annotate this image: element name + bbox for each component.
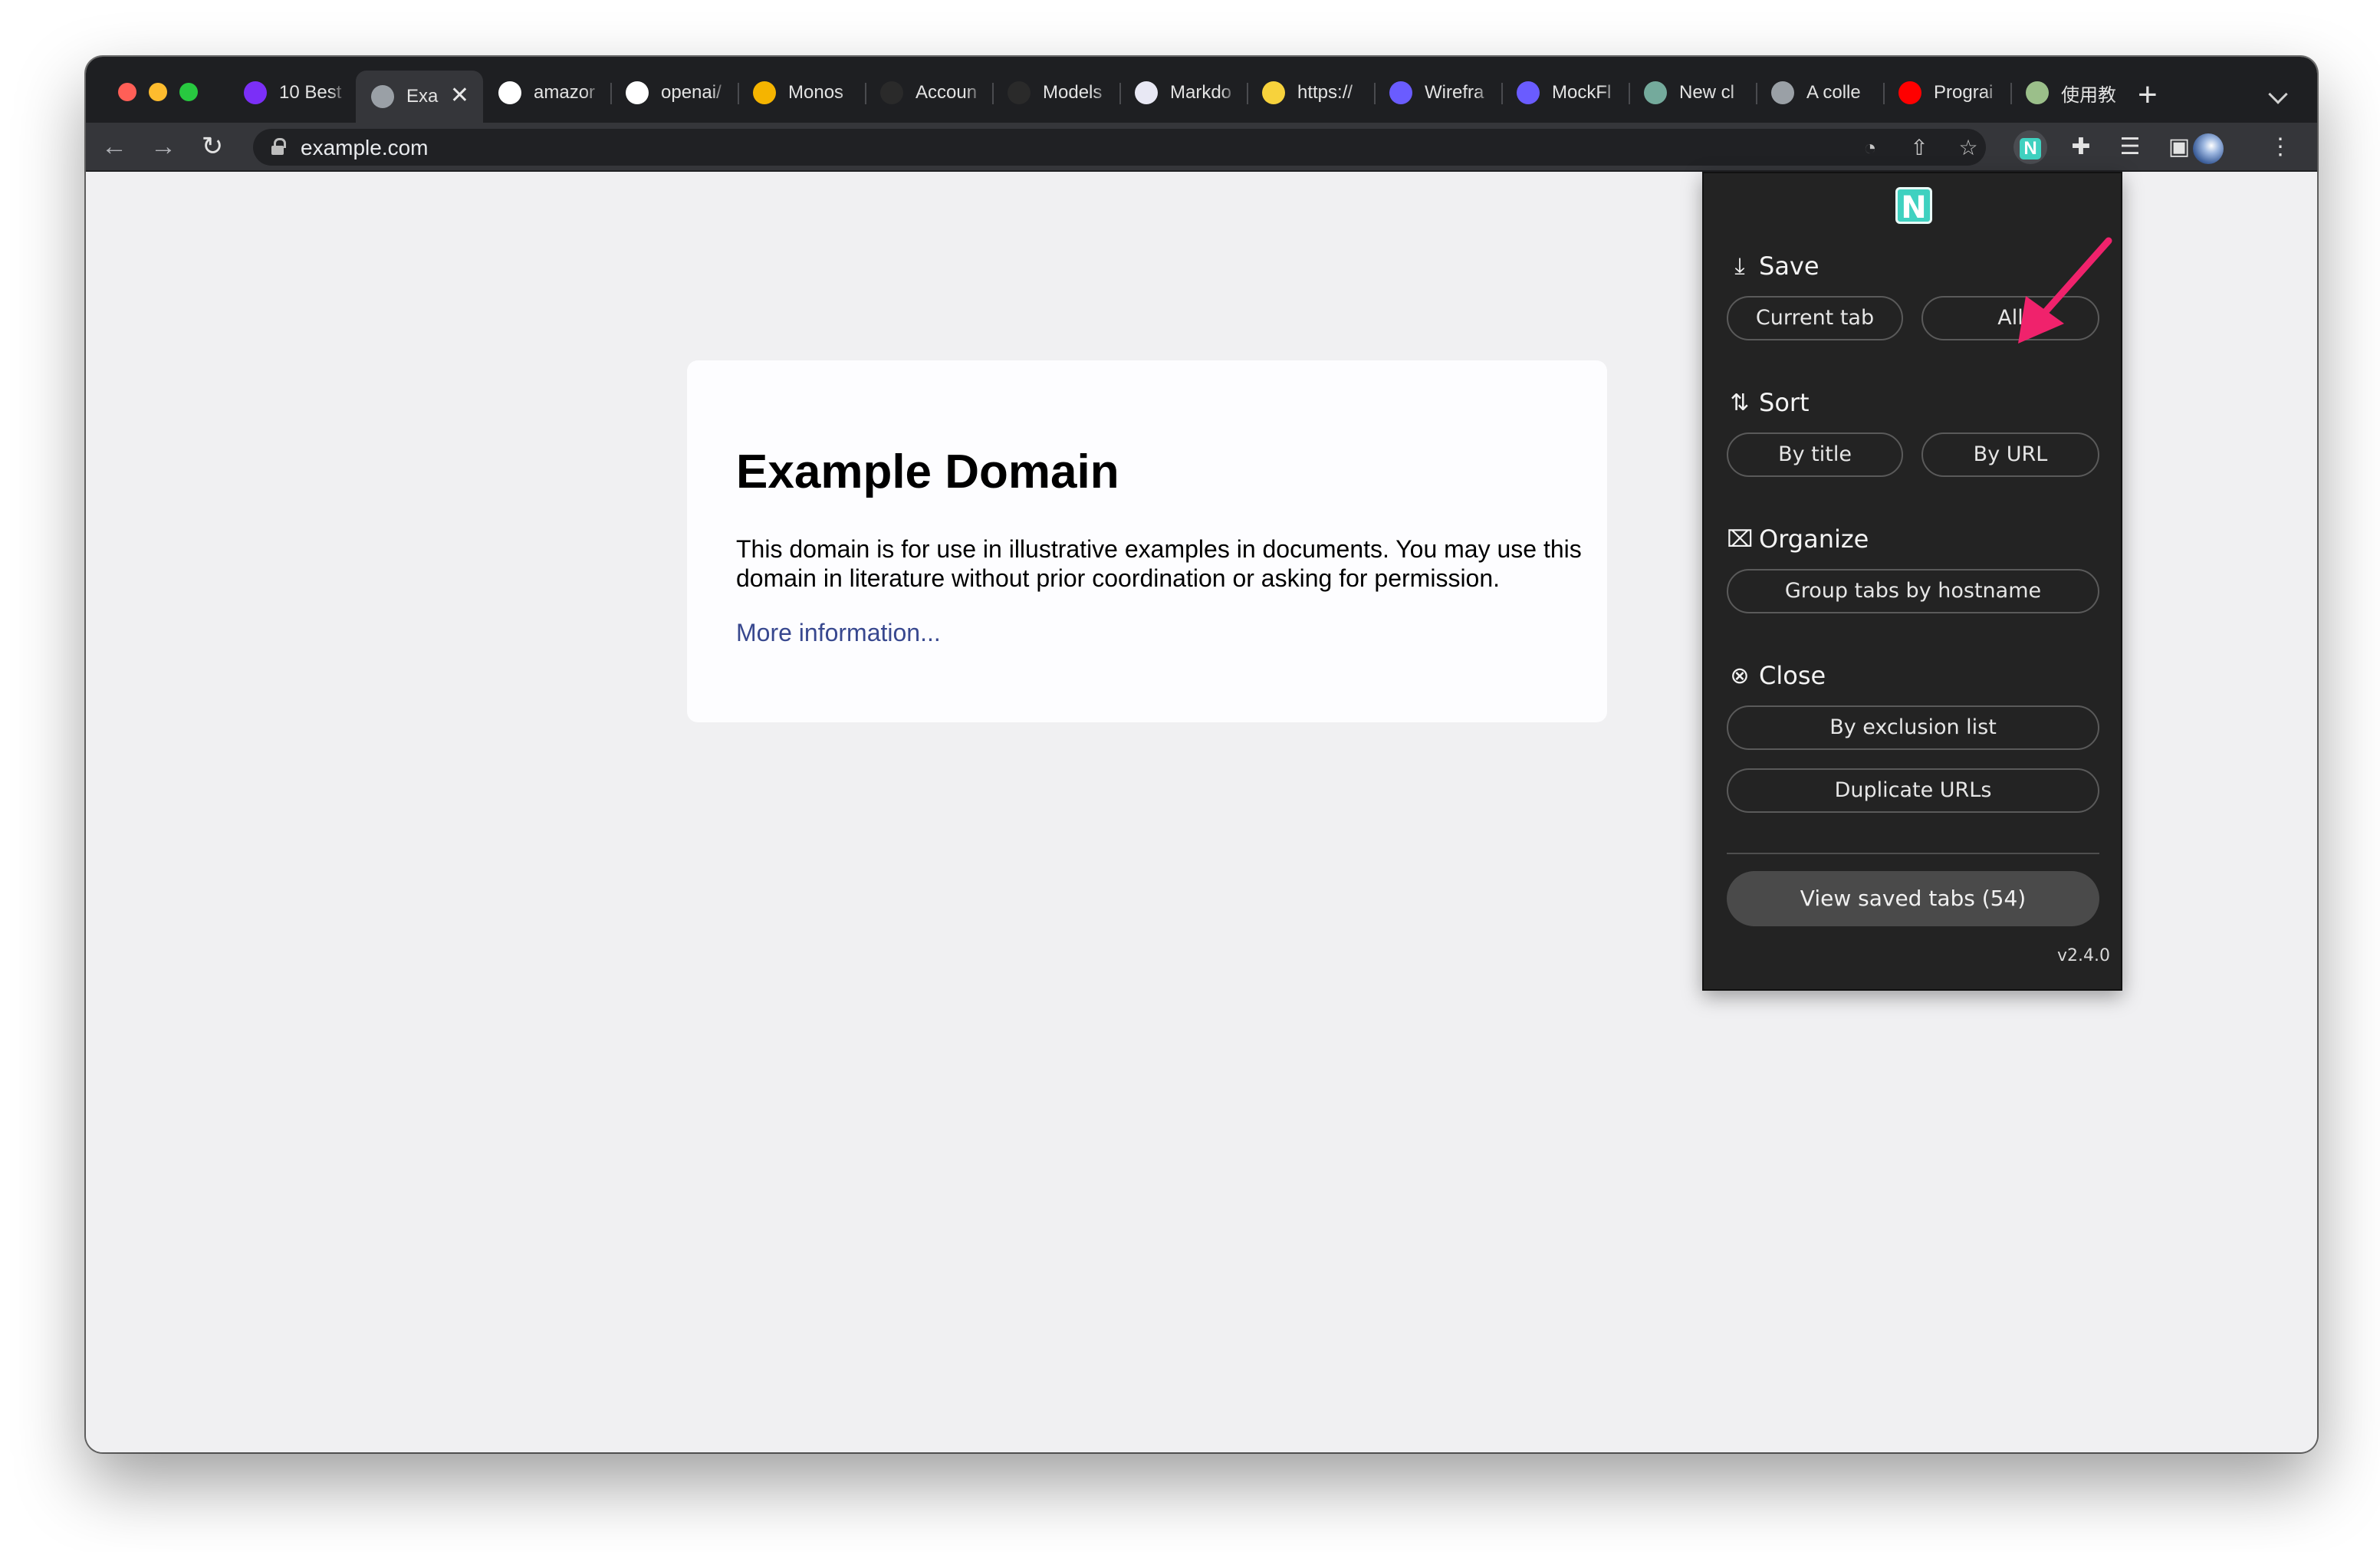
tab-title: Monos — [788, 82, 844, 103]
more-information-link[interactable]: More information... — [736, 619, 941, 647]
purple-c-icon — [244, 81, 267, 104]
save-current-tab-button[interactable]: Current tab — [1727, 296, 1903, 340]
reload-icon[interactable]: ↻ — [195, 129, 230, 164]
save-section-title: ⤓ Save — [1727, 252, 1820, 281]
sort-title-label: Sort — [1759, 388, 1810, 417]
save-title-label: Save — [1759, 252, 1820, 281]
profile-avatar[interactable] — [2193, 133, 2224, 164]
back-arrow-icon[interactable]: ← — [97, 129, 132, 164]
browser-tab[interactable]: Wirefra — [1374, 71, 1501, 115]
download-icon: ⤓ — [1734, 252, 1745, 280]
sort-icon: ⇅ — [1730, 389, 1750, 416]
popup-divider — [1727, 853, 2099, 854]
tab-title: A colle — [1806, 82, 1861, 103]
youtube-icon — [1898, 81, 1921, 104]
side-panel-icon[interactable]: ▣ — [2162, 130, 2196, 164]
extension-logo: N — [1895, 187, 1932, 225]
github-icon — [498, 81, 521, 104]
browser-tab[interactable]: 10 Best — [228, 71, 356, 115]
markdown-icon — [1135, 81, 1158, 104]
maximize-window-button[interactable] — [179, 83, 198, 101]
browser-tab[interactable]: Monos — [738, 71, 865, 115]
version-label: v2.4.0 — [2057, 946, 2110, 965]
tab-title: amazor — [534, 82, 596, 103]
browser-window: 10 Best Exa ✕ amazor openai/Monos Accoun Model… — [86, 57, 2317, 1452]
minimize-window-button[interactable] — [149, 83, 167, 101]
chatgpt-icon — [1644, 81, 1667, 104]
tab-title: https:// — [1297, 82, 1353, 103]
browser-tab[interactable]: Prograi — [1883, 71, 2010, 115]
page-body-text: This domain is for use in illustrative e… — [736, 535, 1582, 592]
url-text[interactable]: example.com — [301, 136, 429, 160]
tab-title: openai/ — [661, 82, 722, 103]
browser-tab[interactable]: Markdo — [1119, 71, 1247, 115]
tab-title: Accoun — [916, 82, 978, 103]
openai-icon — [1008, 81, 1031, 104]
flower-icon — [2026, 81, 2049, 104]
media-queue-icon[interactable]: ☰ — [2113, 130, 2147, 164]
sparkle-icon — [1262, 81, 1285, 104]
organize-icon: ⌧ — [1727, 525, 1754, 553]
tab-strip: 10 Best Exa ✕ amazor openai/Monos Accoun Model… — [86, 57, 2317, 123]
view-saved-tabs-button[interactable]: View saved tabs (54) — [1727, 871, 2099, 926]
tab-title: Models — [1043, 82, 1103, 103]
bookmark-star-icon[interactable]: ☆ — [1955, 135, 1981, 161]
browser-tab[interactable]: New cl — [1629, 71, 1756, 115]
organize-title-label: Organize — [1759, 524, 1869, 554]
browser-toolbar: ← → ↻ example.com ◔ ⇧ ☆ N ✚ ☰ ▣ ⋮ — [86, 123, 2317, 172]
tab-title: Exa — [406, 86, 439, 107]
extension-n-logo: N — [2020, 138, 2041, 159]
browser-tab[interactable]: 使用教 — [2010, 71, 2138, 115]
sort-by-url-button[interactable]: By URL — [1921, 432, 2099, 477]
browser-tab[interactable]: MockFl — [1501, 71, 1629, 115]
page-heading: Example Domain — [736, 446, 1119, 498]
github-icon — [626, 81, 649, 104]
tab-manager-extension-icon[interactable]: N — [2013, 130, 2047, 164]
share-icon[interactable]: ⇧ — [1906, 135, 1932, 161]
bolt-icon — [753, 81, 776, 104]
group-tabs-by-hostname-button[interactable]: Group tabs by hostname — [1727, 569, 2099, 613]
close-section-title: ⊗ Close — [1727, 661, 1826, 690]
close-duplicate-urls-button[interactable]: Duplicate URLs — [1727, 768, 2099, 813]
browser-tab[interactable]: Exa ✕ — [356, 71, 483, 123]
more-menu-icon[interactable]: ⋮ — [2263, 130, 2297, 164]
browser-tab[interactable]: Models — [992, 71, 1119, 115]
browser-tab[interactable]: https:// — [1247, 71, 1374, 115]
browser-tab[interactable]: A colle — [1756, 71, 1883, 115]
address-bar[interactable]: example.com ◔ ⇧ ☆ — [253, 129, 1986, 166]
browser-tab[interactable]: Accoun — [865, 71, 992, 115]
tab-list: 10 Best Exa ✕ amazor openai/Monos Accoun Model… — [228, 71, 2138, 123]
close-by-exclusion-list-button[interactable]: By exclusion list — [1727, 705, 2099, 750]
tab-title: Prograi — [1934, 82, 1994, 103]
annotation-arrow-icon — [2018, 237, 2112, 344]
tab-search-chevron-icon[interactable] — [2268, 84, 2288, 104]
tab-title: Wirefra — [1425, 82, 1484, 103]
mockflow-icon — [1389, 81, 1412, 104]
browser-tab[interactable]: openai/ — [610, 71, 738, 115]
globe-icon — [1771, 81, 1794, 104]
close-window-button[interactable] — [118, 83, 136, 101]
sort-by-title-button[interactable]: By title — [1727, 432, 1903, 477]
browser-tab[interactable]: amazor — [483, 71, 610, 115]
tab-title: Markdo — [1170, 82, 1232, 103]
close-title-label: Close — [1759, 661, 1826, 690]
lock-icon[interactable] — [271, 138, 286, 155]
tab-close-icon[interactable]: ✕ — [450, 84, 469, 107]
extensions-puzzle-icon[interactable]: ✚ — [2064, 130, 2098, 164]
tab-title: 使用教 — [2061, 84, 2116, 106]
organize-section-title: ⌧ Organize — [1727, 524, 1869, 554]
performance-icon[interactable]: ◔ — [1857, 135, 1883, 161]
close-circle-icon: ⊗ — [1730, 662, 1750, 689]
mockflow-icon — [1517, 81, 1540, 104]
tab-title: New cl — [1679, 82, 1735, 103]
content-card: Example Domain This domain is for use in… — [687, 360, 1607, 722]
forward-arrow-icon[interactable]: → — [146, 129, 181, 164]
tab-title: MockFl — [1552, 82, 1612, 103]
sort-section-title: ⇅ Sort — [1727, 388, 1810, 417]
globe-icon — [371, 85, 394, 108]
openai-icon — [880, 81, 903, 104]
tab-title: 10 Best — [279, 82, 342, 103]
new-tab-button[interactable]: + — [2138, 77, 2158, 113]
